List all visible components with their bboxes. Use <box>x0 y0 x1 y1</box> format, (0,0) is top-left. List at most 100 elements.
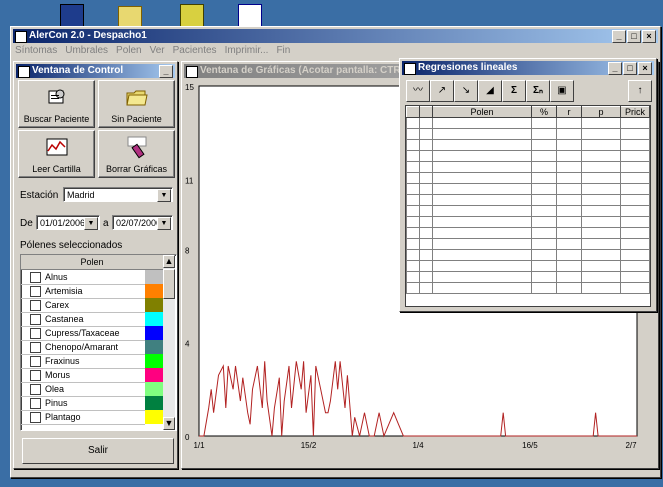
pollen-checkbox[interactable] <box>30 314 41 325</box>
table-cell[interactable] <box>406 172 420 184</box>
table-cell[interactable] <box>419 227 433 239</box>
maximize-button[interactable]: □ <box>627 30 641 43</box>
table-cell[interactable] <box>581 194 621 206</box>
table-row[interactable] <box>406 150 650 162</box>
table-cell[interactable] <box>620 161 650 173</box>
pollen-checkbox[interactable] <box>30 370 41 381</box>
a-date-field[interactable]: 02/07/2006 ▼ <box>112 215 173 230</box>
table-cell[interactable] <box>406 216 420 228</box>
table-cell[interactable] <box>406 139 420 151</box>
menu-ver[interactable]: Ver <box>150 45 165 59</box>
pollen-checkbox[interactable] <box>30 328 41 339</box>
table-row[interactable] <box>406 117 650 129</box>
pollen-row[interactable]: Plantago <box>21 410 163 425</box>
table-cell[interactable] <box>406 205 420 217</box>
table-cell[interactable] <box>581 139 621 151</box>
reg-col-polen[interactable]: Polen <box>432 106 532 118</box>
table-cell[interactable] <box>531 282 557 294</box>
regresiones-minimize-button[interactable]: _ <box>608 62 622 75</box>
table-cell[interactable] <box>419 216 433 228</box>
borrar-graficas-button[interactable]: Borrar Gráficas <box>98 130 175 178</box>
table-row[interactable] <box>406 249 650 261</box>
table-cell[interactable] <box>556 282 582 294</box>
table-cell[interactable] <box>620 260 650 272</box>
table-cell[interactable] <box>406 260 420 272</box>
table-cell[interactable] <box>432 260 532 272</box>
table-row[interactable] <box>406 205 650 217</box>
table-cell[interactable] <box>620 139 650 151</box>
table-cell[interactable] <box>432 172 532 184</box>
table-cell[interactable] <box>432 128 532 140</box>
pollen-checkbox[interactable] <box>30 342 41 353</box>
table-cell[interactable] <box>406 183 420 195</box>
table-cell[interactable] <box>581 172 621 184</box>
table-cell[interactable] <box>556 216 582 228</box>
table-cell[interactable] <box>406 249 420 261</box>
table-row[interactable] <box>406 216 650 228</box>
menu-umbrales[interactable]: Umbrales <box>65 45 108 59</box>
close-button[interactable]: × <box>642 30 656 43</box>
table-cell[interactable] <box>620 128 650 140</box>
table-cell[interactable] <box>419 205 433 217</box>
table-cell[interactable] <box>419 172 433 184</box>
scroll-thumb[interactable] <box>163 269 175 299</box>
table-cell[interactable] <box>419 249 433 261</box>
scroll-down-icon[interactable]: ▼ <box>163 417 175 430</box>
menu-pacientes[interactable]: Pacientes <box>173 45 217 59</box>
leer-cartilla-button[interactable]: Leer Cartilla <box>18 130 95 178</box>
table-cell[interactable] <box>620 150 650 162</box>
table-row[interactable] <box>406 128 650 140</box>
image-icon[interactable]: ▣ <box>550 80 574 102</box>
sigma-n-icon[interactable]: Σₙ <box>526 80 550 102</box>
table-row[interactable] <box>406 172 650 184</box>
table-cell[interactable] <box>581 249 621 261</box>
de-dropdown-icon[interactable]: ▼ <box>84 217 98 230</box>
control-titlebar[interactable]: Ventana de Control _ <box>16 64 175 78</box>
table-cell[interactable] <box>531 271 557 283</box>
table-cell[interactable] <box>531 249 557 261</box>
table-cell[interactable] <box>531 150 557 162</box>
menu-imprimir[interactable]: Imprimir... <box>225 45 269 59</box>
table-cell[interactable] <box>419 128 433 140</box>
table-cell[interactable] <box>419 183 433 195</box>
table-cell[interactable] <box>620 216 650 228</box>
table-cell[interactable] <box>581 117 621 129</box>
table-cell[interactable] <box>620 238 650 250</box>
table-cell[interactable] <box>556 260 582 272</box>
pollen-checkbox[interactable] <box>30 300 41 311</box>
table-cell[interactable] <box>432 238 532 250</box>
table-cell[interactable] <box>419 139 433 151</box>
regresiones-titlebar[interactable]: Regresiones lineales _ □ × <box>402 61 654 75</box>
table-cell[interactable] <box>620 205 650 217</box>
table-cell[interactable] <box>419 161 433 173</box>
pollen-row[interactable]: Fraxinus <box>21 354 163 369</box>
pollen-checkbox[interactable] <box>30 286 41 297</box>
table-row[interactable] <box>406 194 650 206</box>
table-cell[interactable] <box>419 282 433 294</box>
table-cell[interactable] <box>531 194 557 206</box>
table-cell[interactable] <box>432 205 532 217</box>
table-cell[interactable] <box>531 139 557 151</box>
table-cell[interactable] <box>531 128 557 140</box>
table-cell[interactable] <box>432 216 532 228</box>
table-cell[interactable] <box>432 282 532 294</box>
menu-polen[interactable]: Polen <box>116 45 142 59</box>
table-cell[interactable] <box>432 150 532 162</box>
table-cell[interactable] <box>432 249 532 261</box>
table-cell[interactable] <box>556 238 582 250</box>
regresiones-table[interactable]: Polen % r p Prick <box>406 106 650 294</box>
a-dropdown-icon[interactable]: ▼ <box>157 217 171 230</box>
desktop-icon-word[interactable] <box>238 4 262 28</box>
pollen-row[interactable]: Carex <box>21 298 163 313</box>
table-cell[interactable] <box>620 282 650 294</box>
table-cell[interactable] <box>419 271 433 283</box>
table-cell[interactable] <box>419 194 433 206</box>
table-cell[interactable] <box>620 172 650 184</box>
desktop-icon-app[interactable] <box>60 4 84 28</box>
table-cell[interactable] <box>406 227 420 239</box>
table-cell[interactable] <box>531 238 557 250</box>
table-cell[interactable] <box>556 205 582 217</box>
table-cell[interactable] <box>556 271 582 283</box>
pollen-row[interactable]: Chenopo/Amarant <box>21 340 163 355</box>
table-cell[interactable] <box>620 117 650 129</box>
